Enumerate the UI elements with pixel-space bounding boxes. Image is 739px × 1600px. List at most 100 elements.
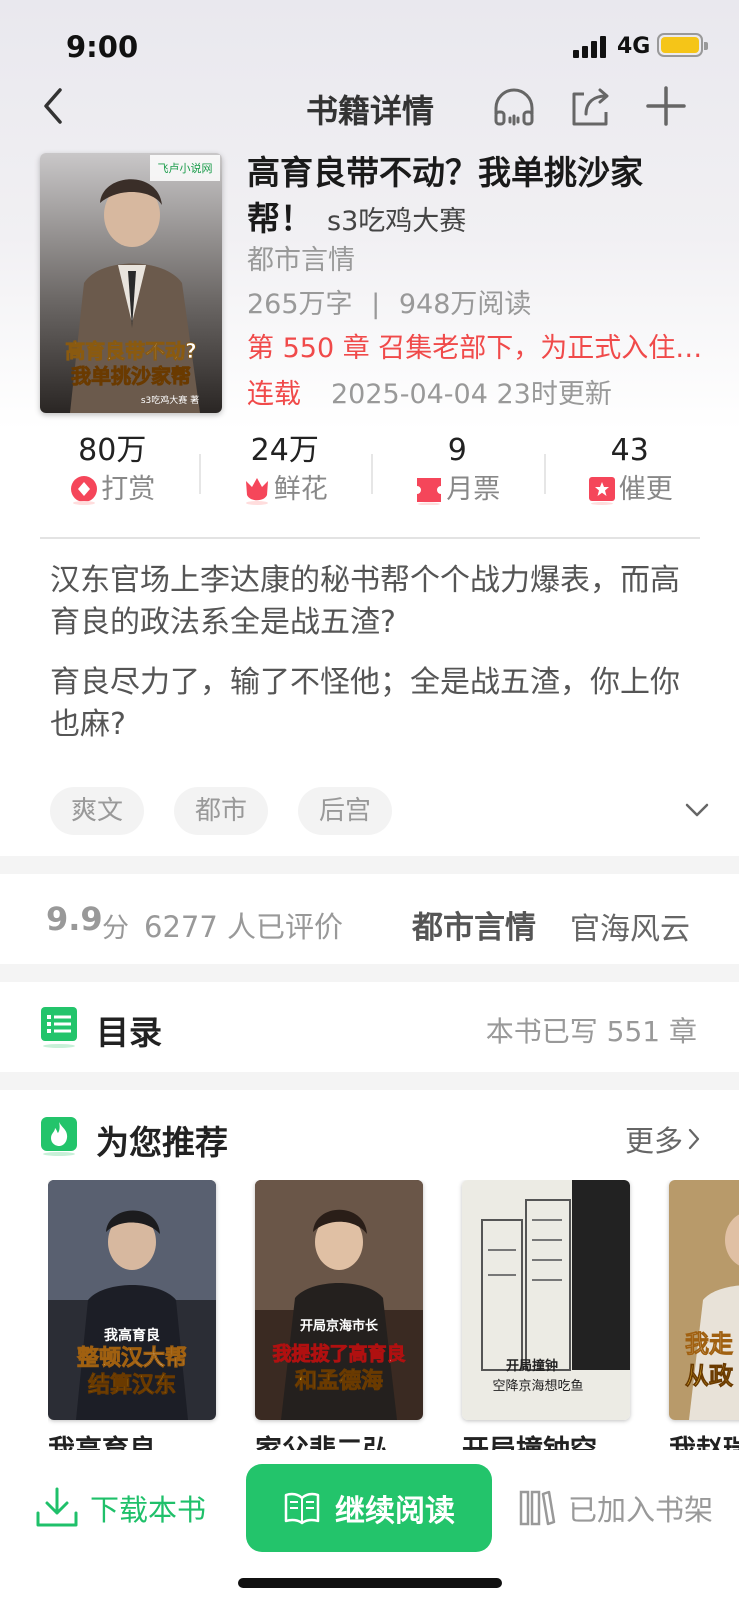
stat-urge-update[interactable]: 43 催更 [543, 432, 717, 512]
flower-icon [242, 475, 272, 505]
latest-chapter[interactable]: 第 550 章 召集老部下，为正式入住… [247, 326, 737, 365]
share-icon[interactable] [566, 82, 614, 130]
category-sub[interactable]: 官海风云 [570, 904, 690, 948]
continue-reading-label: 继续阅读 [335, 1494, 455, 1529]
book-category[interactable]: 都市言情 [247, 238, 355, 277]
stat-label: 鲜花 [273, 474, 328, 505]
page-title: 书籍详情 [305, 92, 434, 130]
stat-monthly-ticket[interactable]: 9 月票 [371, 432, 544, 512]
chevron-down-icon[interactable] [684, 800, 710, 820]
rating-unit: 分 [102, 913, 129, 944]
category-main[interactable]: 都市言情 [412, 902, 536, 947]
update-status: 连载 2025-04-04 23时更新 [247, 372, 612, 411]
stat-value: 24万 [250, 433, 319, 468]
rating-score: 9.9 [46, 900, 103, 938]
stat-reward[interactable]: 80万 打赏 [26, 432, 199, 512]
tag-item[interactable]: 都市 [174, 787, 268, 835]
network-label: 4G [617, 34, 651, 59]
recommend-list: 我高育良 整顿汉大帮 结算汉东 我高育良 开局京海市长 我提拔了高育良 和孟德海… [48, 1180, 739, 1450]
cover-publisher: 飞卢小说网 [158, 161, 213, 175]
recommend-cover: 我高育良 整顿汉大帮 结算汉东 [48, 1180, 216, 1420]
recommend-item[interactable]: 我高育良 整顿汉大帮 结算汉东 我高育良 [48, 1180, 216, 1450]
signal-icon [573, 36, 607, 58]
section-gap [0, 1072, 739, 1090]
recommend-name: 我高育良 [48, 1434, 216, 1450]
cover-author: s3吃鸡大赛 著 [141, 394, 199, 406]
add-icon[interactable] [642, 82, 690, 130]
home-indicator[interactable] [238, 1578, 502, 1588]
tag-list: 爽文 都市 后宫 [50, 787, 392, 835]
cover-line: 我高育良 [104, 1327, 160, 1344]
battery-icon [657, 33, 708, 57]
cover-line: 和孟德海 [295, 1368, 383, 1394]
stat-value: 80万 [78, 433, 147, 468]
synopsis-paragraph: 育良尽力了，输了不怪他；全是战五渣，你上你也麻? [50, 665, 680, 742]
reward-icon [69, 475, 99, 505]
more-link[interactable]: 更多 [625, 1118, 701, 1160]
continue-reading-button[interactable]: 继续阅读 [246, 1464, 492, 1552]
download-label: 下载本书 [90, 1493, 207, 1527]
urge-icon [587, 475, 617, 505]
chevron-right-icon [688, 1128, 700, 1150]
cover-line: 从政 [685, 1362, 733, 1390]
nav-bar: 书籍详情 [0, 76, 739, 136]
download-icon [36, 1487, 78, 1527]
book-author[interactable]: s3吃鸡大赛 [327, 206, 466, 237]
tag-item[interactable]: 后宫 [298, 787, 392, 835]
recommend-name: 开局撞钟空 [462, 1434, 630, 1450]
update-time: 2025-04-04 23时更新 [331, 379, 612, 410]
rating-row[interactable]: 9.9 分 6277 人已评价 都市言情 官海风云 [0, 874, 739, 964]
bookshelf-button[interactable]: 已加入书架 [518, 1478, 713, 1538]
cover-line: 整顿汉大帮 [77, 1345, 187, 1371]
recommend-name: 家父悲二弘 [255, 1434, 423, 1450]
stat-flower[interactable]: 24万 鲜花 [198, 432, 372, 512]
back-icon[interactable] [34, 84, 78, 128]
status-time: 9:00 [66, 30, 139, 64]
recommend-item[interactable]: 开局撞钟 空降京海想吃鱼 开局撞钟空 [462, 1180, 630, 1450]
recommend-title: 为您推荐 [96, 1123, 228, 1162]
cover-line: 我提拔了高育良 [272, 1342, 405, 1365]
stat-value: 43 [610, 433, 649, 468]
bookshelf-label: 已加入书架 [568, 1493, 714, 1527]
recommend-header: 为您推荐 更多 [0, 1108, 739, 1164]
recommend-cover: 开局京海市长 我提拔了高育良 和孟德海 [255, 1180, 423, 1420]
list-icon [40, 1006, 78, 1048]
recommend-cover: 开局撞钟 空降京海想吃鱼 [462, 1180, 630, 1420]
more-label: 更多 [624, 1124, 683, 1158]
stat-label: 打赏 [101, 474, 156, 505]
headphones-icon[interactable] [490, 82, 538, 130]
recommend-item[interactable]: 开局京海市长 我提拔了高育良 和孟德海 家父悲二弘 [255, 1180, 423, 1450]
recommend-cover: 我走 从政 [669, 1180, 739, 1420]
tag-item[interactable]: 爽文 [50, 787, 144, 835]
cover-line: 结算汉东 [88, 1372, 176, 1398]
cover-line: 开局撞钟 [506, 1358, 558, 1374]
bookshelf-icon [519, 1490, 556, 1526]
book-counts: 265万字 | 948万阅读 [247, 282, 531, 321]
book-cover[interactable]: 飞卢小说网 高育良带不动? 我单挑沙家帮 s3吃鸡大赛 著 [40, 153, 222, 413]
ticket-icon [414, 475, 444, 506]
recommend-item[interactable]: 我走 从政 我赵瑞 [669, 1180, 739, 1450]
book-stats: 80万 打赏 24万 鲜花 9 月票 43 催更 [26, 432, 716, 512]
recommend-name: 我赵瑞 [669, 1434, 739, 1450]
rating-count: 6277 人已评价 [144, 910, 344, 944]
cover-title-1: 高育良带不动? [65, 339, 197, 363]
synopsis[interactable]: 汉东官场上李达康的秘书帮个个战力爆表，而高育良的政法系全是战五渣? 育良尽力了，… [50, 560, 690, 764]
book-title: 高育良带不动？我单挑沙家帮！ s3吃鸡大赛 [247, 150, 697, 245]
book-open-icon [284, 1492, 320, 1525]
stat-label: 催更 [618, 474, 673, 505]
synopsis-paragraph: 汉东官场上李达康的秘书帮个个战力爆表，而高育良的政法系全是战五渣? [50, 563, 680, 640]
section-gap [0, 964, 739, 982]
toc-chapter-count: 本书已写 551 章 [485, 1015, 697, 1048]
download-button[interactable]: 下载本书 [34, 1478, 206, 1538]
toc-title: 目录 [96, 1013, 162, 1052]
read-count: 948万阅读 [398, 289, 532, 320]
table-of-contents[interactable]: 目录 本书已写 551 章 [0, 982, 739, 1072]
word-count: 265万字 [247, 289, 353, 320]
cover-title-2: 我单挑沙家帮 [71, 364, 191, 388]
cover-line: 我走 [685, 1330, 733, 1358]
flame-icon [40, 1116, 78, 1156]
meta-separator: | [371, 289, 381, 320]
cover-line: 空降京海想吃鱼 [492, 1378, 583, 1394]
stat-value: 9 [447, 433, 467, 468]
stat-label: 月票 [446, 474, 501, 505]
